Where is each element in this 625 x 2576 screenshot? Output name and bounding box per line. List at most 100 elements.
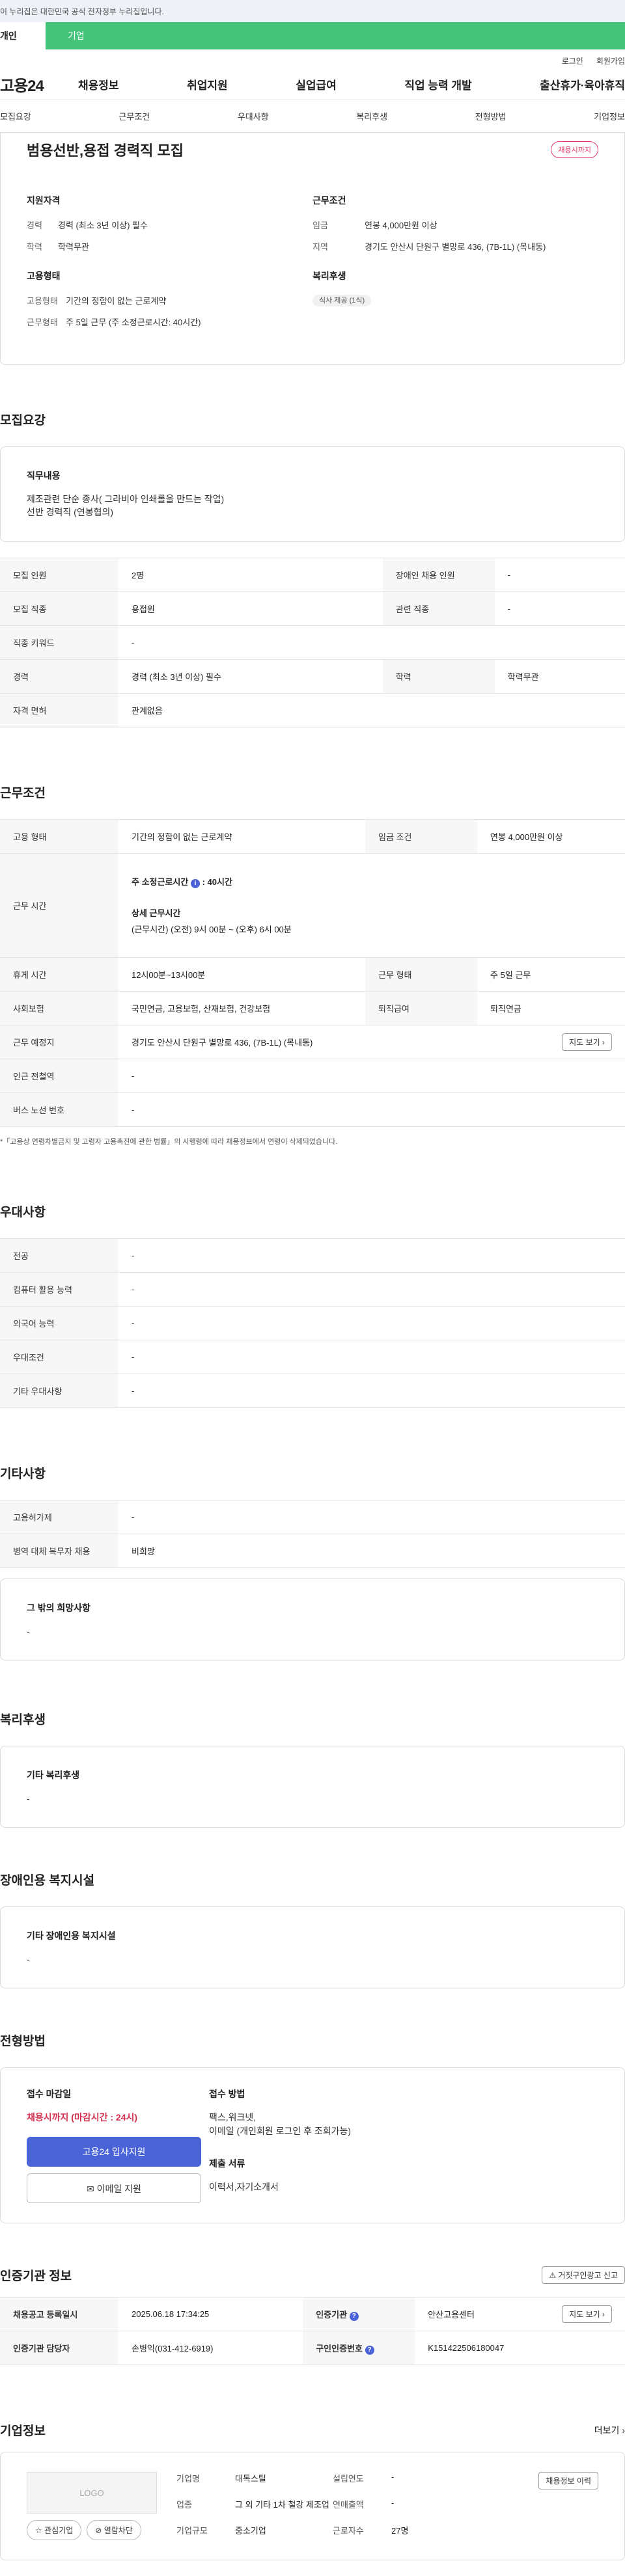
cell-value: 경력 (최소 3년 이상) 필수 bbox=[118, 659, 383, 694]
cell-key: 모집 인원 bbox=[0, 557, 118, 592]
subnav-process[interactable]: 전형방법 bbox=[475, 110, 507, 122]
condition-group: 근무조건 임금 연봉 4,000만원 이상 지역 경기도 안산시 단원구 별망로 4… bbox=[312, 194, 598, 252]
qualification-heading: 지원자격 bbox=[27, 195, 61, 206]
summary-left: 지원자격 경력 경력 (최소 3년 이상) 필수 학력 학력무관 고용형태 고용형태… bbox=[27, 194, 312, 345]
info-key: 연매출액 bbox=[333, 2500, 364, 2510]
cell-key: 전공 bbox=[0, 1238, 118, 1273]
utility-links: 로그인 회원가입 bbox=[0, 49, 625, 72]
cell-value: - bbox=[118, 1272, 625, 1307]
info-key: 근로자수 bbox=[333, 2525, 364, 2536]
favorite-button[interactable]: ☆ 관심기업 bbox=[27, 2520, 82, 2541]
info-icon[interactable]: i bbox=[190, 879, 200, 889]
table-row: 고용허가제 - bbox=[0, 1499, 625, 1534]
table-row: 자격 면허 관계없음 bbox=[0, 693, 625, 727]
hours-cell: 주 소정근로시간 i : 40시간 상세 근무시간 (근무시간) (오전) 9시… bbox=[118, 853, 625, 958]
other-wish-text: - bbox=[27, 1625, 30, 1636]
gnb-item-support[interactable]: 취업지원 bbox=[187, 76, 228, 92]
cell-key: 근무 시간 bbox=[0, 853, 118, 958]
summary-key: 근무형태 bbox=[27, 318, 58, 327]
info-key: 기업명 bbox=[176, 2474, 200, 2484]
cell-value: K151422506180047 bbox=[415, 2331, 625, 2366]
tab-company[interactable]: 기업 bbox=[46, 22, 625, 49]
member-type-tabs: 개인 기업 bbox=[0, 22, 625, 49]
apply-button[interactable]: 고용24 입사지원 bbox=[27, 2137, 201, 2167]
join-link[interactable]: 회원가입 bbox=[596, 55, 625, 66]
recruit-table: 모집 인원 2명 장애인 채용 인원 - 모집 직종 용접원 관련 직종 - 직종 키워드 -… bbox=[0, 557, 625, 727]
email-apply-button[interactable]: ✉ 이메일 지원 bbox=[27, 2173, 201, 2204]
cell-value: - bbox=[118, 1092, 625, 1127]
history-button[interactable]: 채용정보 이력 bbox=[538, 2472, 598, 2490]
email-apply-label: 이메일 지원 bbox=[96, 2184, 141, 2195]
more-link[interactable]: 더보기 › bbox=[594, 2424, 625, 2437]
welfare-box-heading: 기타 복리후생 bbox=[27, 1769, 80, 1780]
subnav-work[interactable]: 근무조건 bbox=[118, 110, 150, 122]
cell-value: 주 5일 근무 bbox=[477, 957, 625, 992]
welfare-box: 기타 복리후생 - bbox=[0, 1745, 625, 1828]
subnav-welfare[interactable]: 복리후생 bbox=[356, 110, 387, 122]
other-wish-box: 그 밖의 희망사항 - bbox=[0, 1578, 625, 1661]
table-row: 외국어 능력 - bbox=[0, 1306, 625, 1340]
cell-value: 2명 bbox=[118, 557, 383, 592]
agency-map-button[interactable]: 지도 보기 › bbox=[562, 2305, 612, 2324]
summary-row: 임금 연봉 4,000만원 이상 bbox=[312, 219, 598, 231]
etc-table: 고용허가제 - 병역 대체 복무자 채용 비희망 bbox=[0, 1499, 625, 1568]
summary-row: 경력 경력 (최소 3년 이상) 필수 bbox=[27, 219, 312, 231]
report-button-label: 거짓구인광고 신고 bbox=[558, 2271, 618, 2281]
summary-key: 임금 bbox=[312, 221, 328, 230]
block-label: 열람차단 bbox=[104, 2526, 133, 2536]
age-note: *「고용상 연령차별금지 및 고령자 고용촉진에 관한 법률」의 시행령에 따라… bbox=[0, 1137, 338, 1146]
summary-row: 고용형태 기간의 정함이 없는 근로계약 bbox=[27, 294, 312, 306]
subnav-company[interactable]: 기업정보 bbox=[594, 110, 625, 122]
map-button[interactable]: 지도 보기 › bbox=[562, 1033, 612, 1051]
docs-heading: 제출 서류 bbox=[209, 2158, 245, 2169]
site-logo[interactable]: 고용24 bbox=[0, 73, 78, 96]
cell-key: 모집 직종 bbox=[0, 591, 118, 626]
report-button[interactable]: ⚠ 거짓구인광고 신고 bbox=[542, 2266, 625, 2285]
cell-value: - bbox=[494, 557, 625, 592]
help-icon[interactable]: ? bbox=[365, 2345, 374, 2355]
cell-value: - bbox=[118, 1306, 625, 1340]
etc-section-title: 기타사항 bbox=[0, 1467, 46, 1481]
login-link[interactable]: 로그인 bbox=[562, 55, 583, 66]
gnb-item-unemployment[interactable]: 실업급여 bbox=[296, 76, 337, 92]
gnb-item-training[interactable]: 직업 능력 개발 bbox=[404, 76, 471, 92]
summary-key: 학력 bbox=[27, 242, 42, 252]
cell-key: 고용허가제 bbox=[0, 1499, 118, 1534]
detail-hours-heading: 상세 근무시간 bbox=[132, 908, 181, 919]
cell-value: 2025.06.18 17:34:25 bbox=[118, 2297, 303, 2332]
deadline-heading: 접수 마감일 bbox=[27, 2089, 72, 2100]
job-summary-card: 범용선반,용접 경력직 모집 채용시까지 지원자격 경력 경력 (최소 3년 이상… bbox=[0, 133, 625, 365]
subnav-pref[interactable]: 우대사항 bbox=[238, 110, 269, 122]
table-row: 직종 키워드 - bbox=[0, 625, 625, 660]
info-value: 중소기업 bbox=[235, 2525, 266, 2536]
pref-section-title: 우대사항 bbox=[0, 1205, 46, 1219]
cell-key: 인증기관 담당자 bbox=[0, 2331, 118, 2366]
cell-value: - bbox=[118, 1238, 625, 1273]
table-row: 우대조건 - bbox=[0, 1340, 625, 1374]
gnb-item-jobs[interactable]: 채용정보 bbox=[78, 76, 119, 92]
cell-value: - bbox=[118, 1499, 625, 1534]
agency-map-label: 지도 보기 bbox=[569, 2310, 600, 2320]
cell-value: 기간의 정함이 없는 근로계약 bbox=[118, 819, 366, 854]
duty-box: 직무내용 제조관련 단순 종사( 그라비아 인쇄롤을 만드는 작업) 선반 경력… bbox=[0, 446, 625, 542]
cell-key: 퇴직급여 bbox=[365, 991, 478, 1025]
info-value: 대독스틸 bbox=[235, 2474, 266, 2484]
help-icon[interactable]: ? bbox=[349, 2311, 359, 2321]
cell-value: - bbox=[118, 1374, 625, 1408]
docs-value: 이력서,자기소개서 bbox=[209, 2182, 279, 2193]
cert-table: 채용공고 등록일시 2025.06.18 17:34:25 인증기관 ? 안산고용센터… bbox=[0, 2297, 625, 2366]
tab-individual[interactable]: 개인 bbox=[0, 22, 46, 49]
summary-value: 학력무관 bbox=[58, 242, 89, 252]
disab-box-heading: 기타 장애인용 복지시설 bbox=[27, 1931, 116, 1942]
summary-value: 기간의 정함이 없는 근로계약 bbox=[66, 296, 167, 306]
block-icon: ⊘ bbox=[95, 2526, 102, 2536]
cell-key: 우대조건 bbox=[0, 1340, 118, 1374]
warning-icon: ⚠ bbox=[549, 2271, 556, 2281]
block-button[interactable]: ⊘ 열람차단 bbox=[87, 2520, 141, 2541]
welfare-chip: 식사 제공 (1식) bbox=[312, 295, 372, 306]
cell-key: 장애인 채용 인원 bbox=[382, 557, 495, 592]
gnb-item-leave[interactable]: 출산휴가·육아휴직 bbox=[540, 76, 625, 92]
company-logo-area: LOGO ☆ 관심기업 ⊘ 열람차단 bbox=[27, 2472, 157, 2541]
subnav-recruit[interactable]: 모집요강 bbox=[0, 110, 31, 122]
recruit-section-title: 모집요강 bbox=[0, 414, 46, 427]
